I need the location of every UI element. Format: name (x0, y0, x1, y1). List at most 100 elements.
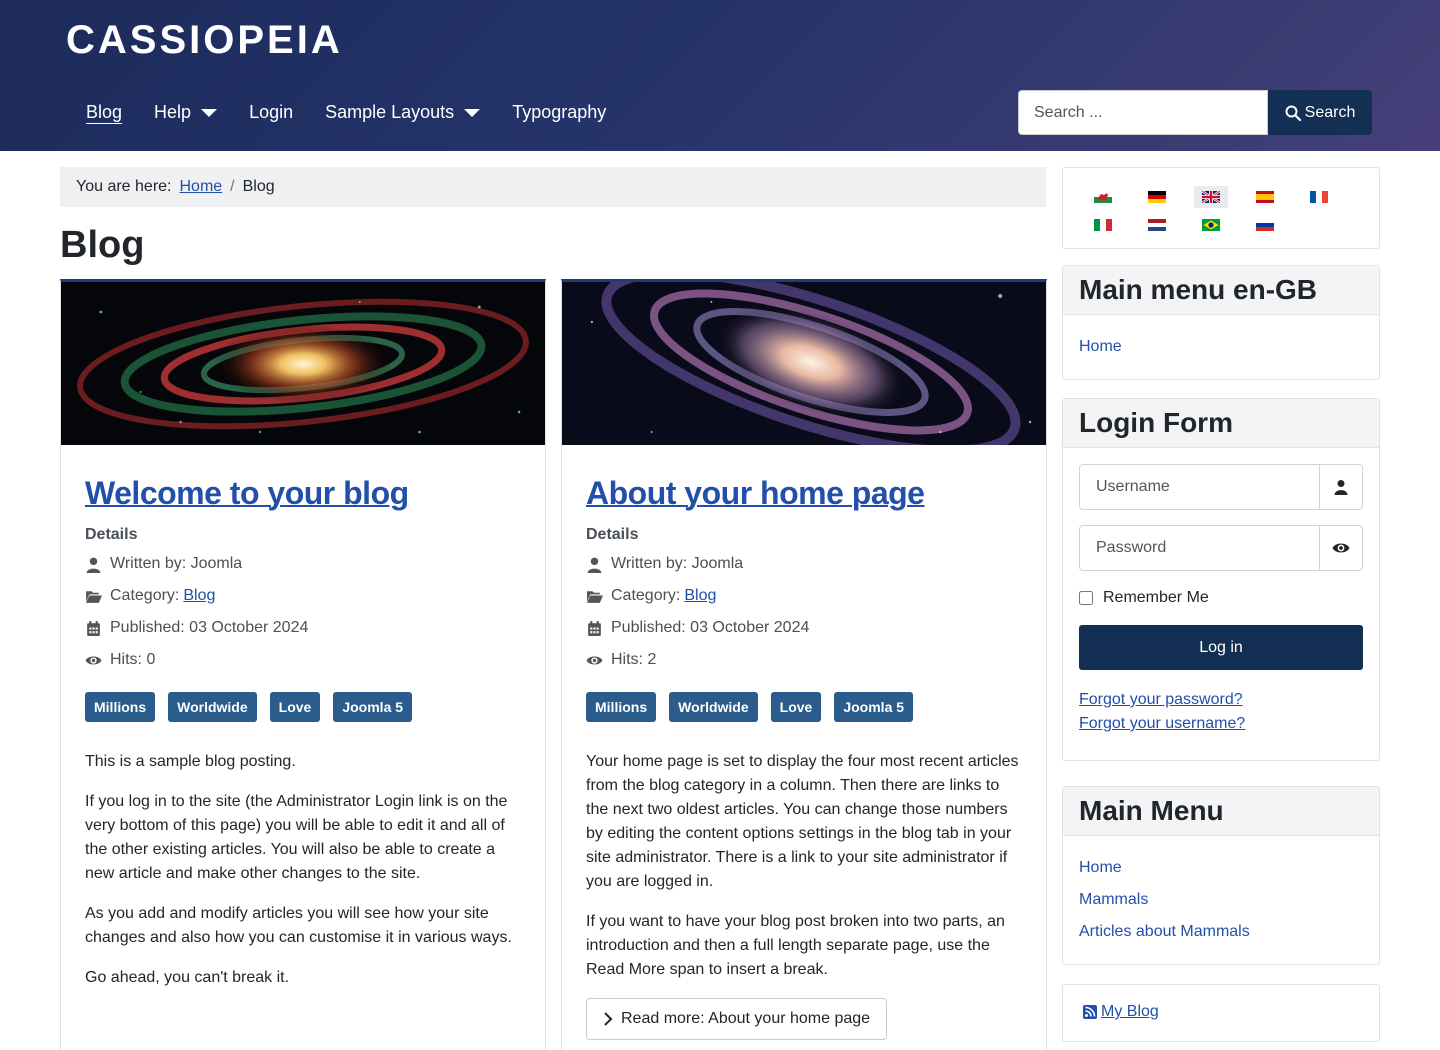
category-link[interactable]: Blog (684, 587, 716, 605)
folder-open-icon (587, 590, 603, 603)
hits-text: Hits: 0 (110, 651, 156, 668)
tag-badge[interactable]: Worldwide (669, 692, 758, 722)
flag-brazil-icon[interactable] (1194, 214, 1228, 236)
article-card: About your home page Details Written by:… (561, 279, 1047, 1050)
login-button[interactable]: Log in (1079, 625, 1363, 670)
folder-open-icon (86, 590, 102, 603)
read-more-label: Read more: About your home page (621, 1010, 871, 1027)
nav-item-help[interactable]: Help (138, 96, 233, 129)
chevron-right-icon (604, 1012, 613, 1026)
nav-item-sample-layouts[interactable]: Sample Layouts (309, 96, 496, 129)
language-switcher (1062, 167, 1380, 249)
main-nav: Blog Help Login Sample Layouts Typograph… (70, 96, 622, 129)
article-author: Written by: Joomla (586, 548, 1022, 580)
search-input[interactable] (1018, 90, 1268, 135)
site-logo[interactable]: CASSIOPEIA (66, 18, 343, 63)
username-group (1079, 464, 1363, 510)
tag-badge[interactable]: Millions (85, 692, 156, 722)
nav-item-typography[interactable]: Typography (496, 96, 622, 129)
article-title-link[interactable]: Welcome to your blog (85, 475, 409, 512)
published-text: Published: 03 October 2024 (110, 619, 309, 636)
tag-badge[interactable]: Joomla 5 (834, 692, 914, 722)
tag-list: Millions Worldwide Love Joomla 5 (586, 692, 1022, 722)
nav-label: Typography (512, 102, 607, 122)
remember-me[interactable]: Remember Me (1079, 589, 1363, 607)
article-text: This is a sample blog posting. If you lo… (85, 750, 521, 990)
paragraph: This is a sample blog posting. (85, 753, 296, 770)
flag-russia-icon[interactable] (1248, 214, 1282, 236)
username-input[interactable] (1079, 464, 1320, 510)
flag-germany-icon[interactable] (1140, 186, 1174, 208)
article-card: Welcome to your blog Details Written by:… (60, 279, 546, 1050)
menu-link-mammals[interactable]: Mammals (1079, 884, 1363, 916)
search-button-label: Search (1304, 103, 1356, 121)
published-text: Published: 03 October 2024 (611, 619, 810, 636)
article-hits: Hits: 0 (85, 644, 521, 676)
user-icon (587, 557, 602, 573)
read-more-button[interactable]: Read more: About your home page (586, 998, 888, 1040)
tag-badge[interactable]: Millions (586, 692, 657, 722)
category-prefix: Category: (611, 587, 681, 604)
login-form-module: Login Form Remember Me Log in Forgot you… (1062, 398, 1380, 761)
menu-link-home[interactable]: Home (1079, 331, 1363, 363)
flag-uk-icon[interactable] (1194, 186, 1228, 208)
article-author: Written by: Joomla (85, 548, 521, 580)
breadcrumb-home-link[interactable]: Home (179, 178, 222, 196)
article-title-link[interactable]: About your home page (586, 475, 925, 512)
details-label: Details (586, 526, 639, 543)
category-link[interactable]: Blog (183, 587, 215, 605)
flag-italy-icon[interactable] (1086, 214, 1120, 236)
tag-list: Millions Worldwide Love Joomla 5 (85, 692, 521, 722)
author-text: Written by: Joomla (110, 555, 243, 572)
breadcrumb-prefix: You are here: (76, 178, 172, 195)
paragraph: Go ahead, you can't break it. (85, 969, 290, 986)
page-title: Blog (60, 224, 145, 266)
show-password-eye-icon[interactable] (1320, 525, 1363, 571)
search-icon (1285, 105, 1301, 121)
menu-link-articles-about-mammals[interactable]: Articles about Mammals (1079, 916, 1363, 948)
article-published: Published: 03 October 2024 (85, 612, 521, 644)
galaxy-image (562, 282, 1046, 456)
paragraph: As you add and modify articles you will … (85, 905, 512, 946)
password-input[interactable] (1079, 525, 1320, 571)
flag-netherlands-icon[interactable] (1140, 214, 1174, 236)
article-hits: Hits: 2 (586, 644, 1022, 676)
article-published: Published: 03 October 2024 (586, 612, 1022, 644)
caret-down-icon (464, 108, 481, 117)
paragraph: If you log in to the site (the Administr… (85, 793, 508, 882)
eye-icon (586, 656, 603, 664)
user-icon (1320, 464, 1363, 510)
site-header: CASSIOPEIA Blog Help Login Sample Layout… (0, 0, 1440, 151)
my-blog-feed-link[interactable]: My Blog (1101, 1003, 1159, 1021)
paragraph: Your home page is set to display the fou… (586, 753, 1019, 890)
remember-me-label: Remember Me (1103, 589, 1209, 606)
nav-label: Login (249, 102, 294, 122)
nav-item-login[interactable]: Login (233, 96, 309, 129)
tag-badge[interactable]: Love (269, 692, 321, 722)
nav-item-blog[interactable]: Blog (70, 96, 138, 129)
tag-badge[interactable]: Joomla 5 (333, 692, 413, 722)
breadcrumb-separator: / (230, 178, 235, 195)
main-menu-module: Main Menu Home Mammals Articles about Ma… (1062, 786, 1380, 965)
flag-spain-icon[interactable] (1248, 186, 1282, 208)
module-title: Main menu en-GB (1063, 266, 1379, 315)
password-group (1079, 525, 1363, 571)
calendar-icon (87, 620, 100, 636)
flag-france-icon[interactable] (1302, 186, 1336, 208)
module-title: Login Form (1063, 399, 1379, 448)
calendar-icon (588, 620, 601, 636)
author-text: Written by: Joomla (611, 555, 744, 572)
article-category: Category: Blog (586, 580, 1022, 612)
tag-badge[interactable]: Worldwide (168, 692, 257, 722)
article-category: Category: Blog (85, 580, 521, 612)
forgot-password-link[interactable]: Forgot your password? (1079, 688, 1363, 712)
menu-link-home[interactable]: Home (1079, 852, 1363, 884)
remember-me-checkbox[interactable] (1079, 591, 1093, 605)
search-button[interactable]: Search (1268, 90, 1372, 135)
flag-wales-icon[interactable] (1086, 186, 1120, 208)
forgot-username-link[interactable]: Forgot your username? (1079, 712, 1363, 736)
article-body: About your home page Details Written by:… (562, 450, 1046, 1040)
module-title: Main Menu (1063, 787, 1379, 836)
main-menu-engb-module: Main menu en-GB Home (1062, 265, 1380, 380)
tag-badge[interactable]: Love (770, 692, 822, 722)
